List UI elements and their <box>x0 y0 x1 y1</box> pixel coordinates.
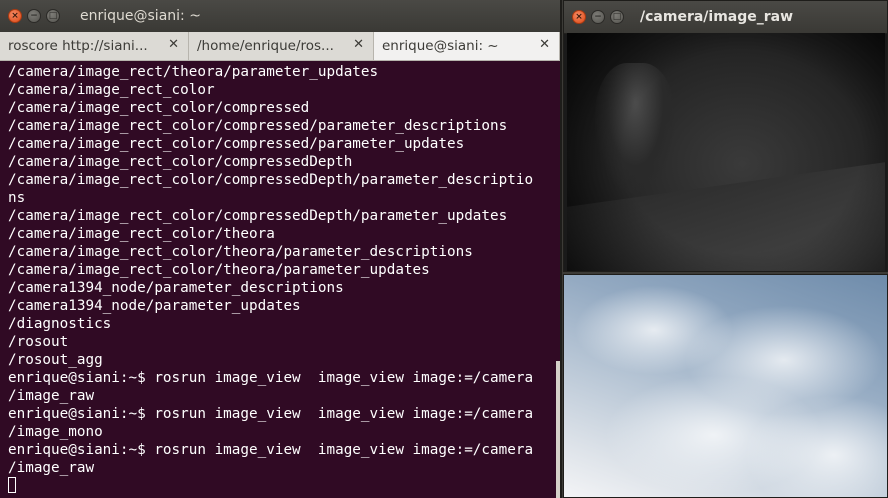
text-cursor <box>8 477 16 493</box>
terminal-line: /camera/image_rect_color/compressed <box>8 100 310 116</box>
maximize-icon[interactable]: □ <box>610 10 624 24</box>
terminal-cursor-line <box>8 477 533 495</box>
terminal-line: enrique@siani:~$ rosrun image_view image… <box>8 406 534 422</box>
tab-close-icon[interactable]: ✕ <box>168 37 179 52</box>
minimize-icon[interactable]: − <box>591 10 605 24</box>
tab-enrique-siani[interactable]: enrique@siani: ~ ✕ <box>374 32 560 60</box>
terminal-line: /diagnostics <box>8 316 112 332</box>
image-window-title: /camera/image_raw <box>640 9 794 25</box>
terminal-lines: /camera/image_rect/theora/parameter_upda… <box>8 63 533 495</box>
terminal-window-title: enrique@siani: ~ <box>80 8 201 24</box>
tab-roscore[interactable]: roscore http://siani... ✕ <box>0 32 189 60</box>
terminal-line: /image_raw <box>8 388 95 404</box>
maximize-icon[interactable]: □ <box>46 9 60 23</box>
tab-label: /home/enrique/ros... <box>197 38 334 54</box>
terminal-line: /rosout_agg <box>8 352 103 368</box>
tab-close-icon[interactable]: ✕ <box>539 37 550 52</box>
close-icon[interactable]: × <box>8 9 22 23</box>
image-window-controls: × − □ <box>572 10 624 24</box>
image-view-window: × − □ /camera/image_raw <box>563 0 888 272</box>
terminal-line: /camera1394_node/parameter_descriptions <box>8 280 344 296</box>
terminal-line: /camera/image_rect_color/compressedDepth <box>8 154 353 170</box>
terminal-line: enrique@siani:~$ rosrun image_view image… <box>8 370 534 386</box>
terminal-output[interactable]: /camera/image_rect/theora/parameter_upda… <box>0 61 556 498</box>
tab-label: enrique@siani: ~ <box>382 38 499 54</box>
terminal-line: /camera/image_rect_color/theora/paramete… <box>8 262 430 278</box>
terminal-line: ns <box>8 190 26 206</box>
terminal-line: /camera/image_rect_color/theora <box>8 226 275 242</box>
image-window-titlebar[interactable]: × − □ /camera/image_raw <box>564 1 887 34</box>
terminal-line: enrique@siani:~$ rosrun image_view image… <box>8 442 534 458</box>
close-icon[interactable]: × <box>572 10 586 24</box>
terminal-scrollbar[interactable] <box>556 61 560 498</box>
terminal-line: /camera/image_rect_color <box>8 82 215 98</box>
terminal-window-controls: × − □ <box>8 9 60 23</box>
terminal-tab-bar: roscore http://siani... ✕ /home/enrique/… <box>0 32 560 61</box>
terminal-line: /camera1394_node/parameter_updates <box>8 298 301 314</box>
sky-image <box>563 274 888 498</box>
tab-close-icon[interactable]: ✕ <box>353 37 364 52</box>
terminal-line: /camera/image_rect_color/compressedDepth… <box>8 208 508 224</box>
camera-lens-vignette <box>567 33 885 271</box>
camera-image <box>567 33 885 271</box>
terminal-line: /rosout <box>8 334 69 350</box>
tab-label: roscore http://siani... <box>8 38 148 54</box>
terminal-window: × − □ enrique@siani: ~ roscore http://si… <box>0 0 562 498</box>
minimize-icon[interactable]: − <box>27 9 41 23</box>
terminal-line: /camera/image_rect_color/compressed/para… <box>8 118 508 134</box>
terminal-line: /camera/image_rect_color/compressedDepth… <box>8 172 534 188</box>
terminal-line: /camera/image_rect_color/theora/paramete… <box>8 244 473 260</box>
scrollbar-thumb[interactable] <box>556 361 560 498</box>
tab-home-ros[interactable]: /home/enrique/ros... ✕ <box>189 32 374 60</box>
terminal-line: /image_raw <box>8 460 95 476</box>
terminal-line: /image_mono <box>8 424 103 440</box>
terminal-titlebar[interactable]: × − □ enrique@siani: ~ <box>0 0 560 33</box>
terminal-line: /camera/image_rect/theora/parameter_upda… <box>8 64 379 80</box>
terminal-line: /camera/image_rect_color/compressed/para… <box>8 136 465 152</box>
